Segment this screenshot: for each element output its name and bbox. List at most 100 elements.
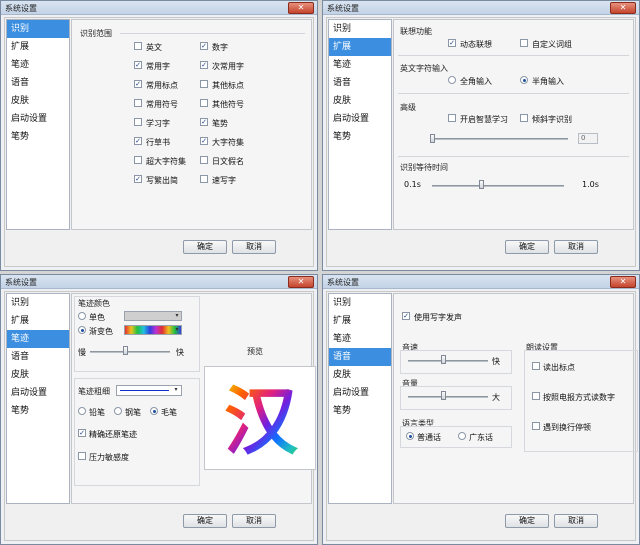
cantonese-label: 广东话 bbox=[469, 433, 493, 442]
cancel-button[interactable]: 取消 bbox=[554, 240, 598, 254]
custom-phrase-checkbox[interactable] bbox=[520, 39, 528, 47]
sidebar-item-startup[interactable]: 启动设置 bbox=[7, 384, 69, 402]
cancel-button[interactable]: 取消 bbox=[554, 514, 598, 528]
wait-slider-track[interactable] bbox=[432, 185, 564, 187]
read-phone-checkbox[interactable] bbox=[532, 392, 540, 400]
read-punct-checkbox[interactable] bbox=[532, 362, 540, 370]
sidebar-item-skin[interactable]: 皮肤 bbox=[7, 92, 69, 110]
sidebar-item-skin[interactable]: 皮肤 bbox=[329, 92, 391, 110]
sidebar-item-voice[interactable]: 语音 bbox=[329, 348, 391, 366]
sidebar-item-voice[interactable]: 语音 bbox=[7, 348, 69, 366]
ok-button[interactable]: 确定 bbox=[183, 240, 227, 254]
recognition-option-checkbox[interactable] bbox=[134, 118, 142, 126]
pen-speed-thumb[interactable] bbox=[123, 346, 128, 355]
recognition-option-checkbox[interactable]: ✓ bbox=[200, 61, 208, 69]
settings-window-pen: 系统设置 ✕ 识别 扩展 笔迹 语音 皮肤 启动设置 笔势 笔迹颜色 单色 ▾ … bbox=[0, 274, 318, 545]
sidebar-item-startup[interactable]: 启动设置 bbox=[329, 384, 391, 402]
fullwidth-radio[interactable] bbox=[448, 76, 456, 84]
settings-window-recognition: 系统设置 ✕ 识别 扩展 笔迹 语音 皮肤 启动设置 笔势 识别范围 英文 ✓ 数字… bbox=[0, 0, 318, 271]
sidebar-item-extension[interactable]: 扩展 bbox=[329, 38, 391, 56]
recognition-option-checkbox[interactable] bbox=[200, 80, 208, 88]
close-button[interactable]: ✕ bbox=[610, 276, 636, 288]
sidebar-item-recognition[interactable]: 识别 bbox=[329, 294, 391, 312]
brush-radio[interactable] bbox=[150, 407, 158, 415]
wait-max-label: 1.0s bbox=[582, 180, 599, 189]
sidebar-item-pen[interactable]: 笔迹 bbox=[329, 330, 391, 348]
close-button[interactable]: ✕ bbox=[288, 276, 314, 288]
voice-speed-thumb[interactable] bbox=[441, 355, 446, 364]
recognition-option-checkbox[interactable] bbox=[200, 175, 208, 183]
voice-volume-track[interactable] bbox=[408, 396, 488, 398]
gradient-color-radio[interactable] bbox=[78, 326, 86, 334]
recognition-option-checkbox[interactable] bbox=[200, 156, 208, 164]
sidebar-item-recognition[interactable]: 识别 bbox=[7, 294, 69, 312]
mandarin-radio[interactable] bbox=[406, 432, 414, 440]
read-newline-checkbox[interactable] bbox=[532, 422, 540, 430]
sidebar-item-gesture[interactable]: 笔势 bbox=[329, 128, 391, 146]
advanced-slider-thumb[interactable] bbox=[430, 134, 435, 143]
pressure-label: 压力敏感度 bbox=[89, 453, 129, 462]
recognition-option-checkbox[interactable]: ✓ bbox=[134, 80, 142, 88]
sidebar-item-startup[interactable]: 启动设置 bbox=[7, 110, 69, 128]
dialog-client: 识别 扩展 笔迹 语音 皮肤 启动设置 笔势 联想功能 ✓ 动态联想 自定义词组… bbox=[326, 17, 636, 267]
fountain-pen-radio[interactable] bbox=[114, 407, 122, 415]
window-title: 系统设置 bbox=[5, 4, 37, 13]
close-button[interactable]: ✕ bbox=[288, 2, 314, 14]
recognition-option-checkbox[interactable]: ✓ bbox=[200, 118, 208, 126]
sidebar-item-startup[interactable]: 启动设置 bbox=[329, 110, 391, 128]
close-button[interactable]: ✕ bbox=[610, 2, 636, 14]
sidebar-item-pen[interactable]: 笔迹 bbox=[329, 56, 391, 74]
smart-learn-checkbox[interactable] bbox=[448, 114, 456, 122]
recognition-option-checkbox[interactable] bbox=[134, 42, 142, 50]
recognition-option-checkbox[interactable] bbox=[134, 99, 142, 107]
cancel-button[interactable]: 取消 bbox=[232, 514, 276, 528]
sidebar-item-pen[interactable]: 笔迹 bbox=[7, 330, 69, 348]
recognition-option-checkbox[interactable]: ✓ bbox=[200, 137, 208, 145]
pencil-radio[interactable] bbox=[78, 407, 86, 415]
single-color-radio[interactable] bbox=[78, 312, 86, 320]
restore-precise-checkbox[interactable]: ✓ bbox=[78, 429, 86, 437]
voice-volume-thumb[interactable] bbox=[441, 391, 446, 400]
sidebar-item-gesture[interactable]: 笔势 bbox=[329, 402, 391, 420]
recognition-option-checkbox[interactable]: ✓ bbox=[134, 61, 142, 69]
voice-speed-track[interactable] bbox=[408, 360, 488, 362]
ok-button[interactable]: 确定 bbox=[183, 514, 227, 528]
recognition-option-checkbox[interactable]: ✓ bbox=[134, 137, 142, 145]
recognition-option-checkbox[interactable]: ✓ bbox=[200, 42, 208, 50]
pen-speed-track[interactable] bbox=[90, 351, 170, 353]
sidebar-item-recognition[interactable]: 识别 bbox=[7, 20, 69, 38]
sidebar-item-voice[interactable]: 语音 bbox=[7, 74, 69, 92]
recognition-option-checkbox[interactable] bbox=[134, 156, 142, 164]
slant-recog-checkbox[interactable] bbox=[520, 114, 528, 122]
recognition-option-label: 行草书 bbox=[146, 138, 170, 147]
sidebar-item-gesture[interactable]: 笔势 bbox=[7, 402, 69, 420]
wait-min-label: 0.1s bbox=[404, 180, 421, 189]
sidebar-item-extension[interactable]: 扩展 bbox=[7, 38, 69, 56]
sidebar-item-extension[interactable]: 扩展 bbox=[329, 312, 391, 330]
cantonese-radio[interactable] bbox=[458, 432, 466, 440]
section-title-pen-color: 笔迹颜色 bbox=[78, 299, 110, 308]
recognition-option-checkbox[interactable]: ✓ bbox=[134, 175, 142, 183]
dynamic-assoc-label: 动态联想 bbox=[460, 40, 492, 49]
sidebar-item-extension[interactable]: 扩展 bbox=[7, 312, 69, 330]
settings-window-extension: 系统设置 ✕ 识别 扩展 笔迹 语音 皮肤 启动设置 笔势 联想功能 ✓ 动态联… bbox=[322, 0, 640, 271]
ok-button[interactable]: 确定 bbox=[505, 240, 549, 254]
sidebar-item-pen[interactable]: 笔迹 bbox=[7, 56, 69, 74]
recognition-option-label: 写繁出简 bbox=[146, 176, 178, 185]
cancel-button[interactable]: 取消 bbox=[232, 240, 276, 254]
pressure-checkbox[interactable] bbox=[78, 452, 86, 460]
halfwidth-radio[interactable] bbox=[520, 76, 528, 84]
advanced-value-field[interactable]: 0 bbox=[578, 133, 598, 144]
sidebar-item-skin[interactable]: 皮肤 bbox=[7, 366, 69, 384]
advanced-slider-track[interactable] bbox=[430, 138, 568, 140]
use-voice-checkbox[interactable]: ✓ bbox=[402, 312, 410, 320]
wait-slider-thumb[interactable] bbox=[479, 180, 485, 189]
ok-button[interactable]: 确定 bbox=[505, 514, 549, 528]
sidebar-item-voice[interactable]: 语音 bbox=[329, 74, 391, 92]
sidebar-item-recognition[interactable]: 识别 bbox=[329, 20, 391, 38]
preview-character: 汉 bbox=[224, 379, 299, 465]
sidebar-item-skin[interactable]: 皮肤 bbox=[329, 366, 391, 384]
recognition-option-checkbox[interactable] bbox=[200, 99, 208, 107]
dynamic-assoc-checkbox[interactable]: ✓ bbox=[448, 39, 456, 47]
sidebar-item-gesture[interactable]: 笔势 bbox=[7, 128, 69, 146]
